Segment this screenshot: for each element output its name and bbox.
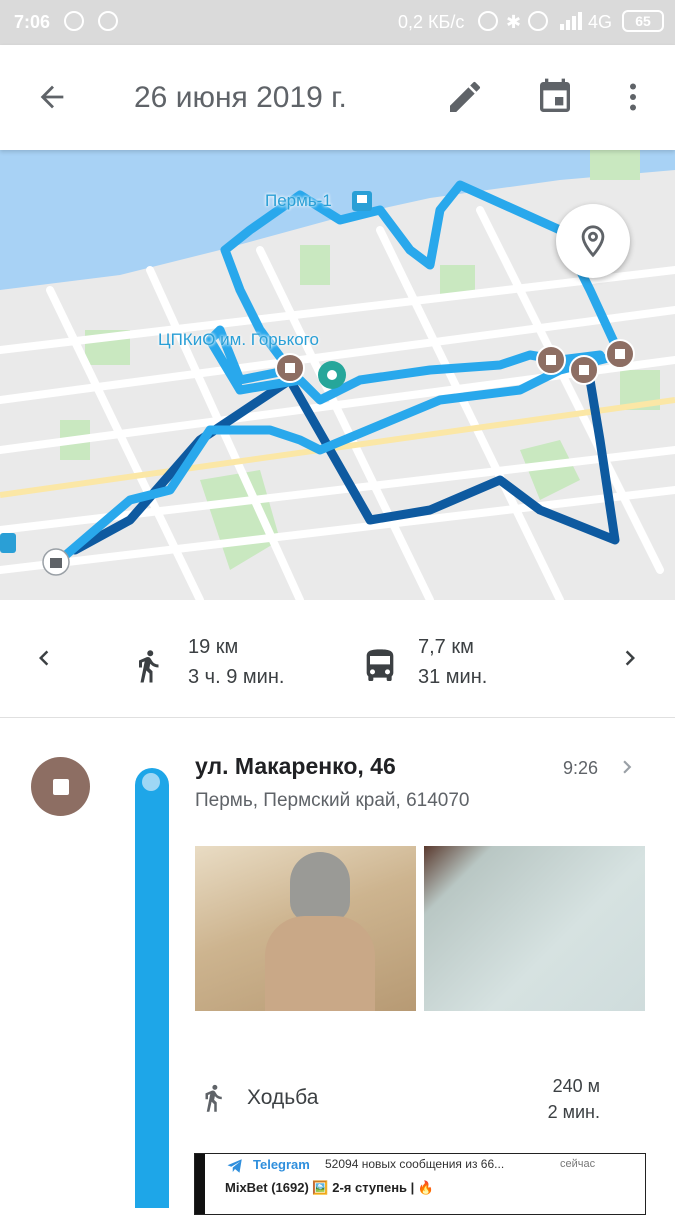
- walk-distance: 19 км: [188, 636, 239, 658]
- notification-app: Telegram: [253, 1157, 310, 1172]
- bluetooth-icon: ✱: [506, 12, 522, 32]
- more-vert-icon: [630, 83, 636, 111]
- calendar-icon: [540, 78, 570, 112]
- notification-text: 52094 новых сообщения из 66...: [325, 1157, 505, 1171]
- status-bar: 7:06 0,2 КБ/с ✱ 4G 65: [0, 0, 675, 45]
- bus-distance: 7,7 км: [418, 636, 474, 658]
- timeline-track: [135, 768, 169, 1208]
- day-summary: 19 км 3 ч. 9 мин. 7,7 км 31 мин.: [0, 600, 675, 718]
- place-name[interactable]: ул. Макаренко, 46: [195, 753, 396, 780]
- edit-button[interactable]: [441, 73, 489, 121]
- chevron-left-icon: [39, 650, 49, 666]
- place-time: 9:26: [563, 758, 599, 778]
- more-options-button[interactable]: [609, 73, 657, 121]
- battery-indicator: 65: [622, 10, 664, 32]
- back-arrow-icon: [40, 85, 64, 109]
- notification-line2: MixBet (1692) 🖼️ 2-я ступень | 🔥: [225, 1180, 435, 1195]
- app-bar: 26 июня 2019 г.: [0, 45, 675, 150]
- activity-label: Ходьба: [247, 1086, 319, 1109]
- place-details-button[interactable]: [614, 754, 640, 785]
- back-button[interactable]: [28, 73, 76, 121]
- location-button[interactable]: [556, 204, 630, 278]
- alarm-icon: [64, 11, 84, 31]
- bus-icon: [360, 645, 400, 692]
- place-photo[interactable]: [195, 846, 416, 1011]
- calendar-button[interactable]: [531, 73, 579, 121]
- place-stop-icon: [31, 757, 90, 816]
- activity-duration: 2 мин.: [547, 1102, 600, 1122]
- page-title: 26 июня 2019 г.: [134, 81, 347, 114]
- app-notification-icon: [98, 11, 118, 31]
- network-speed: 0,2 КБ/с: [398, 12, 465, 32]
- walking-icon: [130, 645, 166, 692]
- map-label-station: Пермь-1: [265, 191, 332, 210]
- bus-stop-icon: [0, 533, 16, 553]
- alarm-status-icon: [528, 11, 548, 31]
- bus-duration: 31 мин.: [418, 666, 488, 688]
- walking-icon: [198, 1080, 228, 1121]
- hotspot-icon: [478, 11, 498, 31]
- map-label-park: ЦПКиО им. Горького: [158, 330, 319, 349]
- shopping-poi-icon: [42, 548, 70, 576]
- signal-icon: [560, 12, 586, 35]
- train-station-icon: [352, 191, 372, 211]
- park-poi-icon: [318, 361, 346, 389]
- edit-pencil-icon: [450, 81, 480, 112]
- walk-duration: 3 ч. 9 мин.: [188, 666, 285, 688]
- chevron-right-icon: [625, 650, 635, 666]
- activity-stats: 240 м 2 мин.: [520, 1073, 600, 1125]
- place-address: Пермь, Пермский край, 614070: [195, 790, 470, 811]
- location-pin-icon: [581, 225, 605, 258]
- telegram-icon: [227, 1159, 242, 1173]
- activity-distance: 240 м: [552, 1076, 600, 1096]
- status-time: 7:06: [14, 12, 51, 32]
- timeline-track-dot: [142, 773, 160, 791]
- next-day-button[interactable]: [606, 634, 654, 682]
- walk-summary: 19 км 3 ч. 9 мин.: [188, 632, 284, 692]
- bus-summary: 7,7 км 31 мин.: [418, 632, 487, 692]
- network-type: 4G: [588, 12, 613, 32]
- notification-time: сейчас: [560, 1158, 596, 1170]
- previous-day-button[interactable]: [20, 634, 68, 682]
- place-photo[interactable]: [424, 846, 645, 1011]
- chevron-right-icon: [623, 760, 632, 774]
- notification-screenshot-thumbnail[interactable]: Telegram 52094 новых сообщения из 66... …: [194, 1153, 646, 1215]
